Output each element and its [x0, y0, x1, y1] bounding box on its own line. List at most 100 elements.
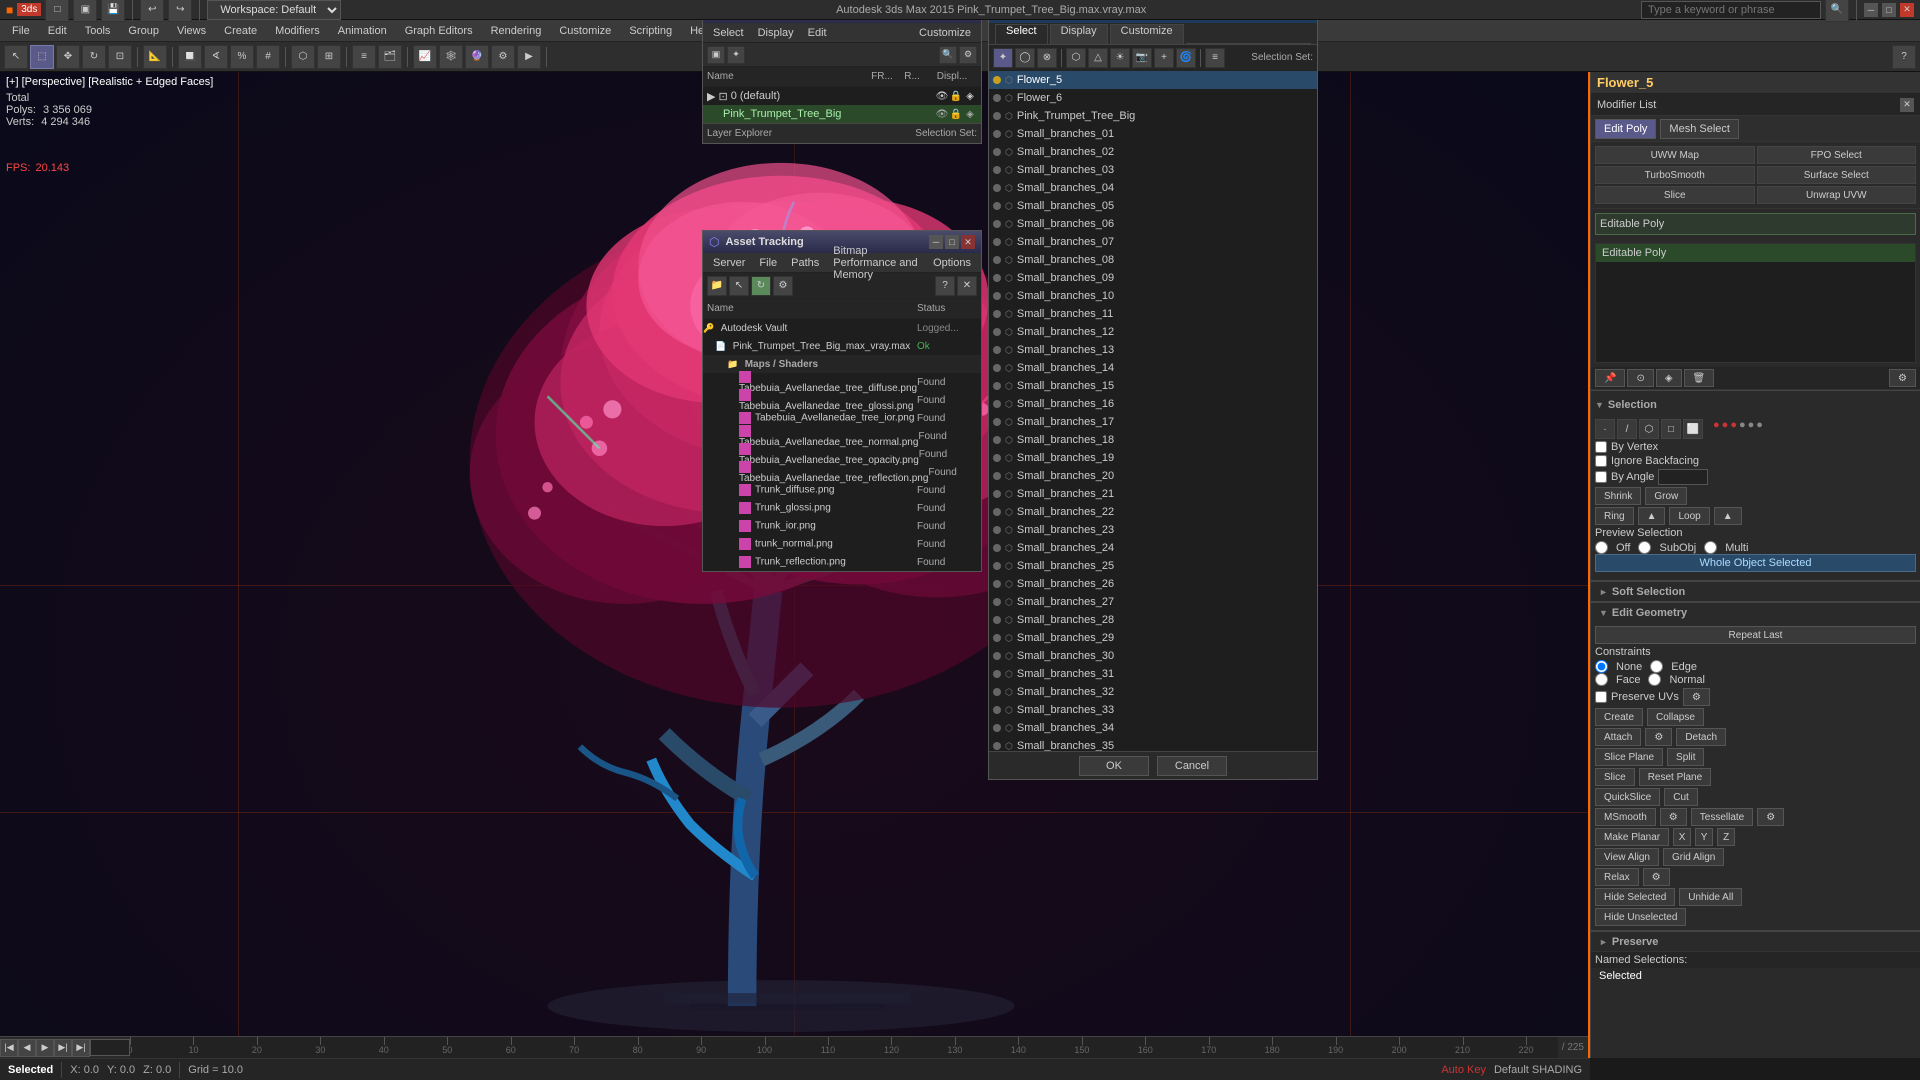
- search-input[interactable]: [1641, 1, 1821, 19]
- sfs-ok-btn[interactable]: OK: [1079, 756, 1149, 776]
- constraints-edge-radio[interactable]: [1650, 660, 1663, 673]
- relax-btn[interactable]: Relax: [1595, 868, 1639, 886]
- attach-settings-btn[interactable]: ⚙: [1645, 728, 1672, 746]
- make-unique-btn[interactable]: ◈: [1656, 369, 1682, 387]
- mini-mod-slice[interactable]: Slice: [1595, 186, 1755, 204]
- preserve-uvs-settings-btn[interactable]: ⚙: [1683, 688, 1710, 706]
- menu-edit[interactable]: Edit: [40, 23, 75, 39]
- sfs-item-8[interactable]: ⬡Small_branches_06: [989, 215, 1317, 233]
- at-item-8[interactable]: Tabebuia_Avellanedae_tree_reflection.png…: [703, 463, 981, 481]
- attach-btn[interactable]: Attach: [1595, 728, 1641, 746]
- sfs-item-25[interactable]: ⬡Small_branches_23: [989, 521, 1317, 539]
- render-setup[interactable]: ⚙: [491, 45, 515, 69]
- scene-tree[interactable]: ▶ ⊡ 0 (default) 👁 🔒 ◈ Pink_Trumpet_Tree_…: [703, 87, 981, 123]
- mini-mod-surface-select[interactable]: Surface Select: [1757, 166, 1917, 184]
- redo-btn[interactable]: ↪: [168, 0, 192, 22]
- constraints-normal-radio[interactable]: [1648, 673, 1661, 686]
- menu-modifiers[interactable]: Modifiers: [267, 23, 328, 39]
- sfs-item-21[interactable]: ⬡Small_branches_19: [989, 449, 1317, 467]
- undo-btn[interactable]: ↩: [140, 0, 164, 22]
- se-settings-btn[interactable]: ⚙: [959, 46, 977, 64]
- layer-lock-icon[interactable]: 🔒: [949, 89, 963, 103]
- at-settings-btn[interactable]: ⚙: [773, 276, 793, 296]
- create-btn[interactable]: Create: [1595, 708, 1643, 726]
- at-close-btn[interactable]: ✕: [961, 235, 975, 249]
- mini-mod-turbosmooth[interactable]: TurboSmooth: [1595, 166, 1755, 184]
- collapse-btn[interactable]: Collapse: [1647, 708, 1704, 726]
- selection-header[interactable]: ▼ Selection: [1595, 395, 1916, 415]
- sfs-shapes-btn[interactable]: △: [1088, 48, 1108, 68]
- sfs-item-13[interactable]: ⬡Small_branches_11: [989, 305, 1317, 323]
- se-menu-display[interactable]: Display: [752, 25, 800, 41]
- at-item-10[interactable]: Trunk_glossi.pngFound: [703, 499, 981, 517]
- at-item-1[interactable]: 📄 Pink_Trumpet_Tree_Big_max_vray.maxOk: [703, 337, 981, 355]
- sfs-item-14[interactable]: ⬡Small_branches_12: [989, 323, 1317, 341]
- sfs-item-23[interactable]: ⬡Small_branches_21: [989, 485, 1317, 503]
- menu-group[interactable]: Group: [120, 23, 167, 39]
- sfs-item-19[interactable]: ⬡Small_branches_17: [989, 413, 1317, 431]
- sfs-item-34[interactable]: ⬡Small_branches_32: [989, 683, 1317, 701]
- workspace-selector[interactable]: Workspace: Default: [207, 0, 341, 20]
- sfs-none-btn[interactable]: ◯: [1015, 48, 1035, 68]
- hide-selected-btn[interactable]: Hide Selected: [1595, 888, 1675, 906]
- hide-unselected-btn[interactable]: Hide Unselected: [1595, 908, 1686, 926]
- reset-plane-btn[interactable]: Reset Plane: [1639, 768, 1711, 786]
- at-menu-server[interactable]: Server: [707, 255, 751, 271]
- tree-render-icon[interactable]: ◈: [963, 107, 977, 121]
- mini-mod-uww-map[interactable]: UWW Map: [1595, 146, 1755, 164]
- menu-file[interactable]: File: [4, 23, 38, 39]
- sfs-select-all-btn[interactable]: ✦: [993, 48, 1013, 68]
- pin-stack-btn[interactable]: 📌: [1595, 369, 1625, 387]
- relax-settings-btn[interactable]: ⚙: [1643, 868, 1670, 886]
- at-close2-btn[interactable]: ✕: [957, 276, 977, 296]
- sfs-item-31[interactable]: ⬡Small_branches_29: [989, 629, 1317, 647]
- sfs-tab-display[interactable]: Display: [1050, 24, 1108, 44]
- at-menu-paths[interactable]: Paths: [785, 255, 825, 271]
- sfs-item-3[interactable]: ⬡Small_branches_01: [989, 125, 1317, 143]
- at-list[interactable]: 🔑 Autodesk VaultLogged...📄 Pink_Trumpet_…: [703, 319, 981, 571]
- sfs-item-6[interactable]: ⬡Small_branches_04: [989, 179, 1317, 197]
- new-btn[interactable]: □: [45, 0, 69, 22]
- timeline-track[interactable]: 0102030405060708090100110120130140150160…: [130, 1037, 1558, 1058]
- split-btn[interactable]: Split: [1667, 748, 1704, 766]
- menu-customize[interactable]: Customize: [551, 23, 619, 39]
- sfs-item-36[interactable]: ⬡Small_branches_34: [989, 719, 1317, 737]
- tessellate-settings-btn[interactable]: ⚙: [1757, 808, 1784, 826]
- angle-snap[interactable]: ∢: [204, 45, 228, 69]
- go-start-btn[interactable]: |◀: [0, 1039, 18, 1057]
- sfs-item-11[interactable]: ⬡Small_branches_09: [989, 269, 1317, 287]
- sfs-display-filters-btn[interactable]: ≡: [1205, 48, 1225, 68]
- scene-row-layer-default[interactable]: ▶ ⊡ 0 (default) 👁 🔒 ◈: [703, 87, 981, 105]
- sfs-item-29[interactable]: ⬡Small_branches_27: [989, 593, 1317, 611]
- material-editor[interactable]: 🔮: [465, 45, 489, 69]
- slice-btn[interactable]: Slice: [1595, 768, 1635, 786]
- sfs-item-5[interactable]: ⬡Small_branches_03: [989, 161, 1317, 179]
- editable-poly-entry[interactable]: Editable Poly: [1595, 213, 1916, 235]
- shrink-btn[interactable]: Shrink: [1595, 487, 1641, 505]
- repeat-last-btn[interactable]: Repeat Last: [1595, 626, 1916, 644]
- sfs-item-30[interactable]: ⬡Small_branches_28: [989, 611, 1317, 629]
- layer-eye-icon[interactable]: 👁: [935, 89, 949, 103]
- preview-subobj-radio[interactable]: [1638, 541, 1651, 554]
- sfs-helpers-btn[interactable]: +: [1154, 48, 1174, 68]
- configure-modset-btn[interactable]: ⚙: [1889, 369, 1916, 387]
- at-item-12[interactable]: trunk_normal.pngFound: [703, 535, 981, 553]
- sfs-item-20[interactable]: ⬡Small_branches_18: [989, 431, 1317, 449]
- ring-up-btn[interactable]: ▲: [1638, 507, 1666, 525]
- ref-coord[interactable]: 📐: [143, 45, 167, 69]
- mini-mod-fpo-select[interactable]: FPO Select: [1757, 146, 1917, 164]
- scale-tool[interactable]: ⊡: [108, 45, 132, 69]
- quickslice-btn[interactable]: QuickSlice: [1595, 788, 1660, 806]
- unhide-all-btn[interactable]: Unhide All: [1679, 888, 1742, 906]
- constraints-none-radio[interactable]: [1595, 660, 1608, 673]
- mesh-select-btn[interactable]: Mesh Select: [1660, 119, 1739, 139]
- sfs-lights-btn[interactable]: ☀: [1110, 48, 1130, 68]
- loop-btn[interactable]: Loop: [1669, 507, 1709, 525]
- menu-scripting[interactable]: Scripting: [621, 23, 680, 39]
- sfs-spacewarps-btn[interactable]: 🌀: [1176, 48, 1196, 68]
- sfs-geo-btn[interactable]: ⬡: [1066, 48, 1086, 68]
- sfs-cameras-btn[interactable]: 📷: [1132, 48, 1152, 68]
- soft-selection-header[interactable]: ► Soft Selection: [1591, 581, 1920, 601]
- move-tool[interactable]: ✥: [56, 45, 80, 69]
- menu-tools[interactable]: Tools: [77, 23, 119, 39]
